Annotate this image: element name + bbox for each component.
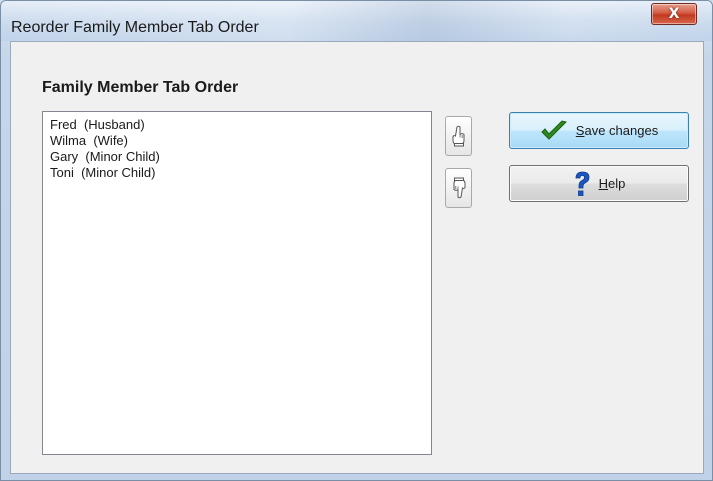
- list-item[interactable]: Fred (Husband): [50, 117, 431, 133]
- question-mark-icon: [573, 171, 591, 197]
- pointing-hand-down-icon: [453, 177, 465, 199]
- close-button[interactable]: X: [651, 3, 697, 25]
- pointing-hand-up-icon: [452, 125, 464, 147]
- move-up-button[interactable]: [445, 116, 472, 156]
- help-button[interactable]: Help: [509, 165, 689, 202]
- group-title: Family Member Tab Order: [42, 79, 239, 96]
- title-bar[interactable]: Reorder Family Member Tab Order X: [1, 1, 712, 41]
- help-label: Help: [598, 176, 626, 191]
- member-listbox[interactable]: Fred (Husband) Wilma (Wife) Gary (Minor …: [42, 111, 432, 455]
- dialog-body: Family Member Tab Order Fred (Husband) W…: [10, 41, 704, 474]
- checkmark-icon: [540, 119, 568, 143]
- close-icon: X: [668, 6, 680, 22]
- dialog-window: Reorder Family Member Tab Order X Family…: [0, 0, 713, 481]
- move-down-button[interactable]: [445, 168, 472, 208]
- save-changes-button[interactable]: Save changes: [509, 112, 689, 149]
- list-item[interactable]: Gary (Minor Child): [50, 149, 431, 165]
- window-title: Reorder Family Member Tab Order: [11, 19, 259, 36]
- list-item[interactable]: Wilma (Wife): [50, 133, 431, 149]
- list-item[interactable]: Toni (Minor Child): [50, 165, 431, 181]
- save-changes-label: Save changes: [575, 123, 659, 138]
